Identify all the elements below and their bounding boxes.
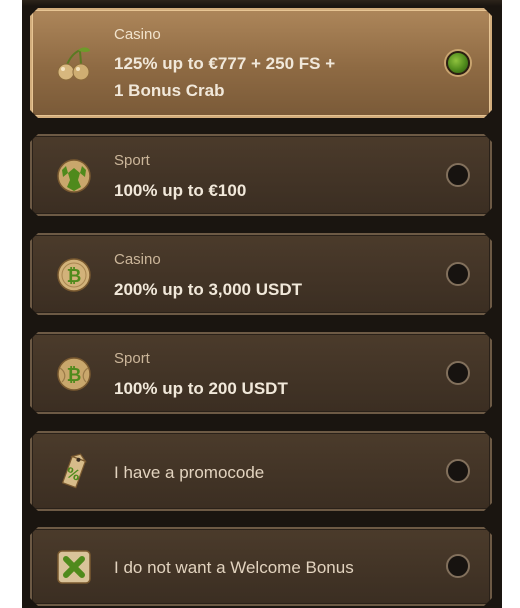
promo-tag-icon: % <box>54 452 94 492</box>
radio-unselected[interactable] <box>446 262 470 286</box>
option-category: Sport <box>114 152 150 169</box>
bitcoin-ball-icon: ₿ <box>54 354 94 394</box>
promocode-option[interactable]: % I have a promocode <box>30 431 492 511</box>
panel-top-edge <box>22 0 502 6</box>
no-bonus-option[interactable]: I do not want a Welcome Bonus <box>30 527 492 606</box>
option-category: Casino <box>114 251 161 268</box>
option-title: I do not want a Welcome Bonus <box>114 558 354 577</box>
radio-unselected[interactable] <box>446 554 470 578</box>
no-bonus-icon <box>54 547 94 587</box>
radio-unselected[interactable] <box>446 459 470 483</box>
radio-unselected[interactable] <box>446 361 470 385</box>
option-title: 100% up to €100 <box>114 181 247 200</box>
option-title: I have a promocode <box>114 463 265 482</box>
option-title-line2: 1 Bonus Crab <box>114 81 225 100</box>
option-category: Casino <box>114 26 161 43</box>
svg-text:₿: ₿ <box>67 365 82 386</box>
option-title: 200% up to 3,000 USDT <box>114 280 303 299</box>
bitcoin-coin-icon: ₿ <box>54 255 94 295</box>
cherries-icon <box>54 45 94 85</box>
bonus-option-casino-usdt[interactable]: ₿ Casino 200% up to 3,000 USDT <box>30 233 492 315</box>
svg-text:₿: ₿ <box>67 266 82 287</box>
option-title: 100% up to 200 USDT <box>114 379 288 398</box>
option-category: Sport <box>114 350 150 367</box>
bonus-option-sport-100[interactable]: Sport 100% up to €100 <box>30 134 492 216</box>
bonus-option-casino-777[interactable]: Casino 125% up to €777 + 250 FS + 1 Bonu… <box>30 8 492 118</box>
soccer-ball-icon <box>54 156 94 196</box>
option-title: 125% up to €777 + 250 FS + <box>114 54 336 73</box>
radio-unselected[interactable] <box>446 163 470 187</box>
bonus-option-sport-usdt[interactable]: ₿ Sport 100% up to 200 USDT <box>30 332 492 414</box>
radio-selected[interactable] <box>446 51 470 75</box>
